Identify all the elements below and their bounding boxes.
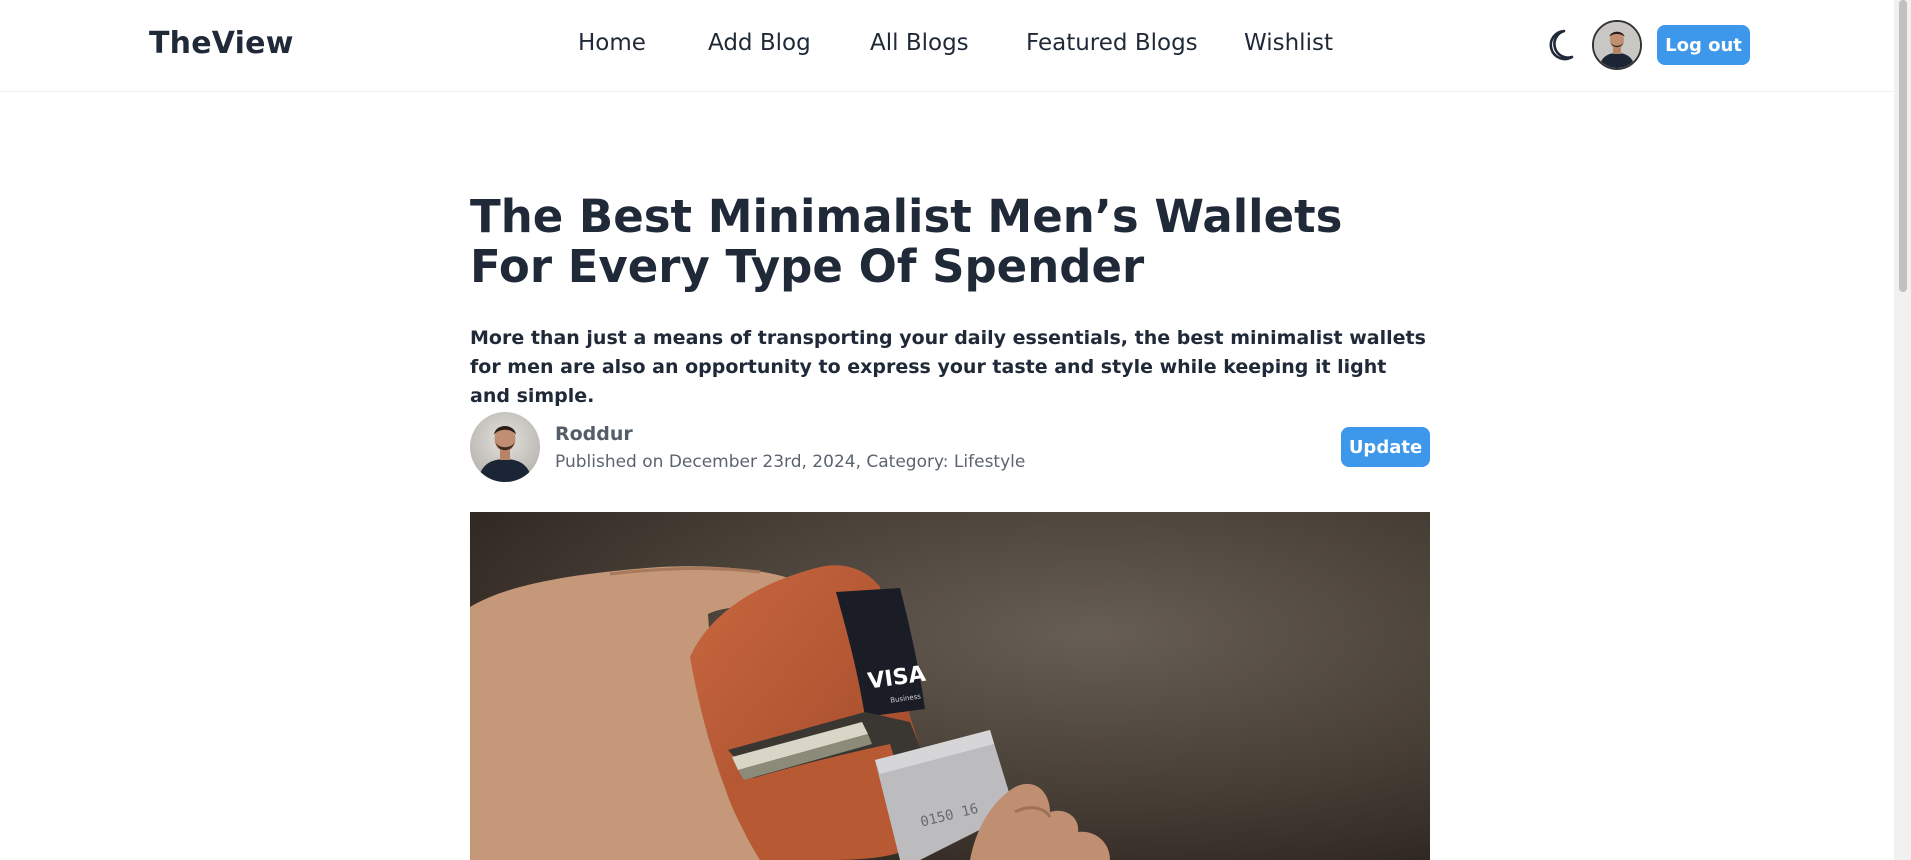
nav-link-wishlist[interactable]: Wishlist bbox=[1244, 30, 1333, 56]
nav-link-home[interactable]: Home bbox=[578, 30, 646, 56]
update-button[interactable]: Update bbox=[1341, 427, 1430, 467]
logout-button[interactable]: Log out bbox=[1657, 25, 1750, 65]
moon-icon[interactable] bbox=[1542, 27, 1576, 63]
post-excerpt: More than just a means of transporting y… bbox=[470, 327, 1426, 407]
user-avatar[interactable] bbox=[1592, 20, 1642, 70]
author-name[interactable]: Roddur bbox=[555, 423, 633, 445]
post-hero-image: VISA Business 0150 16 bbox=[470, 512, 1430, 860]
author-avatar bbox=[470, 412, 540, 482]
page-scrollbar[interactable] bbox=[1894, 0, 1911, 860]
post-meta: Published on December 23rd, 2024, Catego… bbox=[555, 452, 1026, 472]
post-title: The Best Minimalist Men’s Wallets For Ev… bbox=[470, 190, 1343, 293]
nav-link-featured-blogs[interactable]: Featured Blogs bbox=[1026, 30, 1198, 56]
scrollbar-thumb[interactable] bbox=[1899, 0, 1907, 292]
navbar: TheView Home Add Blog All Blogs Featured… bbox=[0, 0, 1894, 92]
nav-link-all-blogs[interactable]: All Blogs bbox=[870, 30, 969, 56]
nav-link-add-blog[interactable]: Add Blog bbox=[708, 30, 811, 56]
site-logo[interactable]: TheView bbox=[149, 26, 294, 61]
